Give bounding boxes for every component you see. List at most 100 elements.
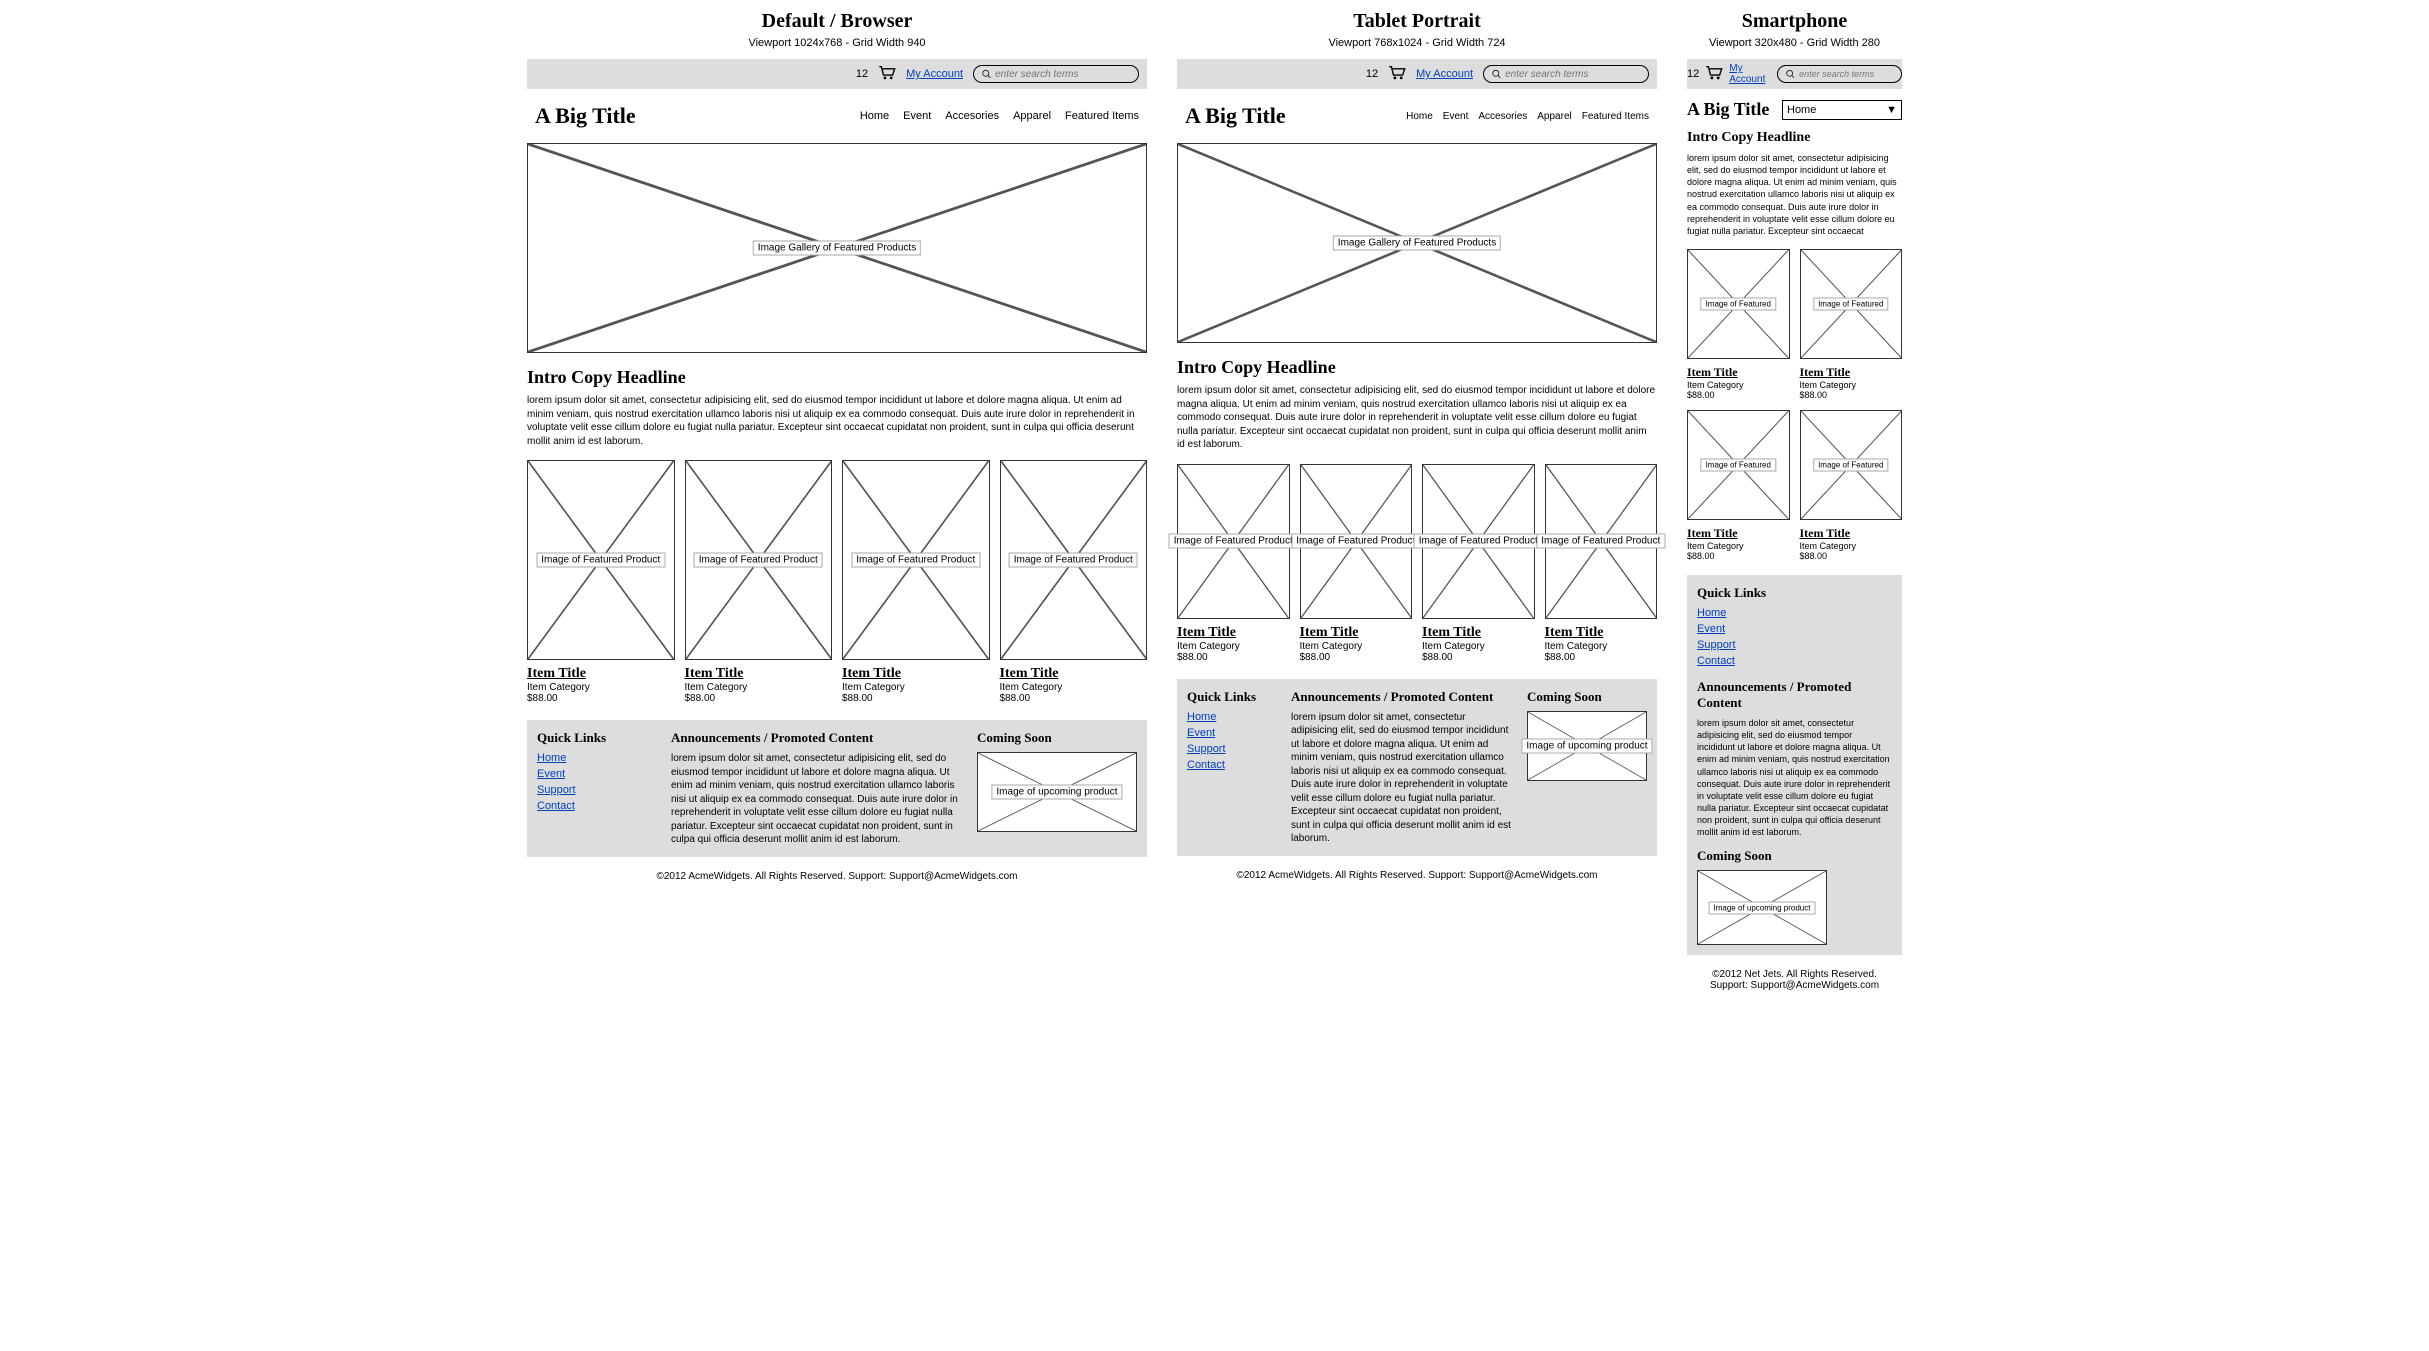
item-title[interactable]: Item Title	[1300, 625, 1413, 641]
announcements-body: lorem ipsum dolor sit amet, consectetur …	[1697, 717, 1892, 838]
promo-section: Quick Links Home Event Support Contact A…	[1177, 679, 1657, 856]
item-title[interactable]: Item Title	[527, 666, 675, 682]
nav-apparel[interactable]: Apparel	[1537, 111, 1571, 122]
product-card[interactable]: Image of Featured Product Item Title Ite…	[1300, 464, 1413, 663]
item-category: Item Category	[1177, 641, 1290, 652]
product-image: Image of Featured Product	[1422, 464, 1535, 619]
nav-home[interactable]: Home	[860, 110, 889, 122]
cart-icon[interactable]	[1705, 66, 1723, 83]
item-title[interactable]: Item Title	[685, 666, 833, 682]
coming-soon-image[interactable]: Image of upcoming product	[977, 752, 1137, 832]
product-card[interactable]: Image of Featured Product Item Title Ite…	[1000, 460, 1148, 704]
coming-soon-heading: Coming Soon	[1527, 689, 1647, 705]
my-account-link[interactable]: My Account	[1729, 63, 1771, 85]
my-account-link[interactable]: My Account	[906, 68, 963, 80]
product-card[interactable]: Image of Featured Product Item Title Ite…	[842, 460, 990, 704]
cart-icon[interactable]	[878, 66, 896, 83]
product-card[interactable]: Image of Featured Item Title Item Catego…	[1800, 410, 1903, 561]
ql-support[interactable]: Support	[1187, 743, 1277, 755]
intro-body: lorem ipsum dolor sit amet, consectetur …	[1687, 152, 1902, 237]
product-image-label: Image of Featured Product	[1536, 534, 1665, 549]
item-title[interactable]: Item Title	[842, 666, 990, 682]
nav-accessories[interactable]: Accesories	[1478, 111, 1527, 122]
item-title[interactable]: Item Title	[1177, 625, 1290, 641]
ql-contact[interactable]: Contact	[1187, 759, 1277, 771]
ql-event[interactable]: Event	[1697, 623, 1892, 635]
hero-gallery[interactable]: Image Gallery of Featured Products	[1177, 143, 1657, 343]
product-card[interactable]: Image of Featured Product Item Title Ite…	[527, 460, 675, 704]
item-title[interactable]: Item Title	[1687, 526, 1790, 541]
product-image-label: Image of Featured Product	[1009, 553, 1138, 568]
item-title[interactable]: Item Title	[1800, 526, 1903, 541]
item-category: Item Category	[1687, 541, 1790, 551]
product-card[interactable]: Image of Featured Product Item Title Ite…	[1422, 464, 1535, 663]
nav-featured[interactable]: Featured Items	[1065, 110, 1139, 122]
hero-gallery[interactable]: Image Gallery of Featured Products	[527, 143, 1147, 353]
search-input[interactable]	[995, 69, 1130, 80]
page-title: A Big Title	[535, 103, 636, 129]
product-card[interactable]: Image of Featured Item Title Item Catego…	[1687, 249, 1790, 400]
nav-apparel[interactable]: Apparel	[1013, 110, 1051, 122]
ql-contact[interactable]: Contact	[1697, 655, 1892, 667]
product-image: Image of Featured	[1687, 249, 1790, 359]
nav-home[interactable]: Home	[1406, 111, 1433, 122]
coming-soon-image[interactable]: Image of upcoming product	[1697, 870, 1827, 945]
item-title[interactable]: Item Title	[1800, 365, 1903, 380]
chevron-down-icon: ▼	[1886, 104, 1897, 116]
item-category: Item Category	[842, 682, 990, 693]
product-card[interactable]: Image of Featured Item Title Item Catego…	[1687, 410, 1790, 561]
product-card[interactable]: Image of Featured Product Item Title Ite…	[1545, 464, 1658, 663]
search-box[interactable]	[973, 65, 1139, 83]
ql-event[interactable]: Event	[537, 768, 657, 780]
item-price: $88.00	[1422, 652, 1535, 663]
cart-icon[interactable]	[1388, 66, 1406, 83]
item-price: $88.00	[842, 693, 990, 704]
ql-home[interactable]: Home	[537, 752, 657, 764]
topbar: 12 My Account	[1177, 59, 1657, 89]
coming-soon-image[interactable]: Image of upcoming product	[1527, 711, 1647, 781]
search-box[interactable]	[1483, 65, 1649, 83]
hero-gallery-label: Image Gallery of Featured Products	[753, 241, 921, 256]
item-title[interactable]: Item Title	[1545, 625, 1658, 641]
item-title[interactable]: Item Title	[1687, 365, 1790, 380]
nav-accessories[interactable]: Accesories	[945, 110, 999, 122]
ql-contact[interactable]: Contact	[537, 800, 657, 812]
nav-featured[interactable]: Featured Items	[1582, 111, 1649, 122]
item-price: $88.00	[527, 693, 675, 704]
product-image-label: Image of Featured Product	[694, 553, 823, 568]
search-box[interactable]	[1777, 65, 1902, 83]
item-price: $88.00	[1177, 652, 1290, 663]
column-title-tablet: Tablet Portrait	[1353, 10, 1481, 33]
ql-support[interactable]: Support	[537, 784, 657, 796]
nav-event[interactable]: Event	[1443, 111, 1469, 122]
search-input[interactable]	[1799, 69, 1893, 79]
search-input[interactable]	[1505, 69, 1640, 80]
column-title-desktop: Default / Browser	[762, 10, 913, 33]
topbar: 12 My Account	[1687, 59, 1902, 89]
ql-support[interactable]: Support	[1697, 639, 1892, 651]
viewport-tablet: Viewport 768x1024 - Grid Width 724	[1328, 37, 1505, 49]
quick-links-heading: Quick Links	[1697, 585, 1892, 601]
product-card[interactable]: Image of Featured Product Item Title Ite…	[685, 460, 833, 704]
product-card[interactable]: Image of Featured Item Title Item Catego…	[1800, 249, 1903, 400]
item-category: Item Category	[685, 682, 833, 693]
product-card[interactable]: Image of Featured Product Item Title Ite…	[1177, 464, 1290, 663]
product-image: Image of Featured Product	[842, 460, 990, 660]
nav-select[interactable]: Home ▼	[1782, 100, 1902, 120]
nav: Home Event Accesories Apparel Featured I…	[860, 110, 1139, 122]
search-icon	[1786, 69, 1795, 79]
product-image-label: Image of Featured Product	[1414, 534, 1543, 549]
ql-event[interactable]: Event	[1187, 727, 1277, 739]
ql-home[interactable]: Home	[1187, 711, 1277, 723]
item-title[interactable]: Item Title	[1422, 625, 1535, 641]
announcements-body: lorem ipsum dolor sit amet, consectetur …	[1291, 711, 1513, 846]
item-title[interactable]: Item Title	[1000, 666, 1148, 682]
nav-event[interactable]: Event	[903, 110, 931, 122]
item-category: Item Category	[1000, 682, 1148, 693]
item-category: Item Category	[1422, 641, 1535, 652]
product-image-label: Image of Featured	[1813, 458, 1888, 471]
ql-home[interactable]: Home	[1697, 607, 1892, 619]
intro-body: lorem ipsum dolor sit amet, consectetur …	[527, 394, 1147, 448]
my-account-link[interactable]: My Account	[1416, 68, 1473, 80]
viewport-phone: Viewport 320x480 - Grid Width 280	[1709, 37, 1880, 49]
